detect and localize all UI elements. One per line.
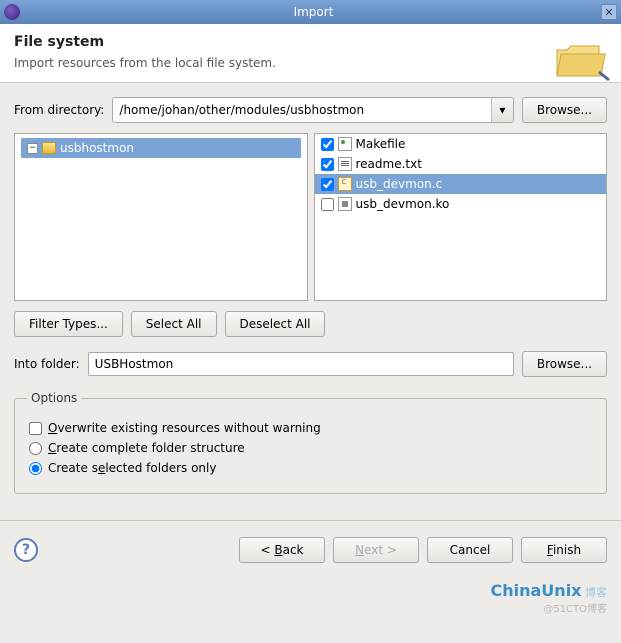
- watermark: ChinaUnix 博客 @51CTO博客: [491, 581, 608, 615]
- deselect-all-button[interactable]: Deselect All: [225, 311, 326, 337]
- titlebar: Import ✕: [0, 0, 621, 24]
- file-checkbox[interactable]: [321, 138, 334, 151]
- options-group: Options Overwrite existing resources wit…: [14, 391, 607, 494]
- file-icon: [338, 137, 352, 151]
- next-button[interactable]: Next >: [333, 537, 419, 563]
- create-complete-radio[interactable]: [29, 442, 42, 455]
- help-icon[interactable]: ?: [14, 538, 38, 562]
- file-name: Makefile: [356, 137, 406, 151]
- create-selected-radio[interactable]: [29, 462, 42, 475]
- file-name: usb_devmon.ko: [356, 197, 450, 211]
- filter-types-button[interactable]: Filter Types...: [14, 311, 123, 337]
- file-row[interactable]: usb_devmon.ko: [315, 194, 607, 214]
- close-icon[interactable]: ✕: [601, 4, 617, 20]
- file-row[interactable]: readme.txt: [315, 154, 607, 174]
- file-icon: [338, 177, 352, 191]
- browse-source-button[interactable]: Browse...: [522, 97, 607, 123]
- file-row[interactable]: usb_devmon.c: [315, 174, 607, 194]
- folder-tree-pane[interactable]: − usbhostmon: [14, 133, 308, 301]
- wizard-footer: ? < Back Next > Cancel Finish: [0, 521, 621, 581]
- file-name: readme.txt: [356, 157, 422, 171]
- file-checkbox[interactable]: [321, 158, 334, 171]
- page-description: Import resources from the local file sys…: [14, 56, 607, 70]
- options-legend: Options: [27, 391, 81, 405]
- tree-root-item[interactable]: − usbhostmon: [21, 138, 301, 158]
- collapse-icon[interactable]: −: [27, 143, 38, 154]
- page-title: File system: [14, 34, 607, 50]
- from-directory-row: From directory: ▾ Browse...: [14, 97, 607, 123]
- overwrite-checkbox[interactable]: [29, 422, 42, 435]
- into-folder-input[interactable]: [88, 352, 514, 376]
- cancel-button[interactable]: Cancel: [427, 537, 513, 563]
- window-title: Import: [26, 5, 601, 19]
- file-checkbox[interactable]: [321, 178, 334, 191]
- create-selected-label: Create selected folders only: [48, 461, 216, 475]
- from-directory-label: From directory:: [14, 103, 104, 117]
- folder-icon: [42, 142, 56, 154]
- file-checkbox[interactable]: [321, 198, 334, 211]
- wizard-header: File system Import resources from the lo…: [0, 24, 621, 83]
- file-icon: [338, 157, 352, 171]
- tree-root-label: usbhostmon: [60, 141, 134, 155]
- create-complete-label: Create complete folder structure: [48, 441, 245, 455]
- folder-banner-icon: [553, 36, 611, 84]
- file-name: usb_devmon.c: [356, 177, 443, 191]
- browse-dest-button[interactable]: Browse...: [522, 351, 607, 377]
- file-icon: [338, 197, 352, 211]
- file-row[interactable]: Makefile: [315, 134, 607, 154]
- chevron-down-icon[interactable]: ▾: [491, 98, 513, 122]
- eclipse-icon: [4, 4, 20, 20]
- from-directory-input[interactable]: [113, 98, 490, 122]
- overwrite-label: Overwrite existing resources without war…: [48, 421, 321, 435]
- file-list-pane[interactable]: Makefile readme.txt usb_devmon.c usb_devmon…: [314, 133, 608, 301]
- into-folder-label: Into folder:: [14, 357, 80, 371]
- into-folder-row: Into folder: Browse...: [14, 351, 607, 377]
- back-button[interactable]: < Back: [239, 537, 325, 563]
- finish-button[interactable]: Finish: [521, 537, 607, 563]
- from-directory-combo[interactable]: ▾: [112, 97, 513, 123]
- select-all-button[interactable]: Select All: [131, 311, 217, 337]
